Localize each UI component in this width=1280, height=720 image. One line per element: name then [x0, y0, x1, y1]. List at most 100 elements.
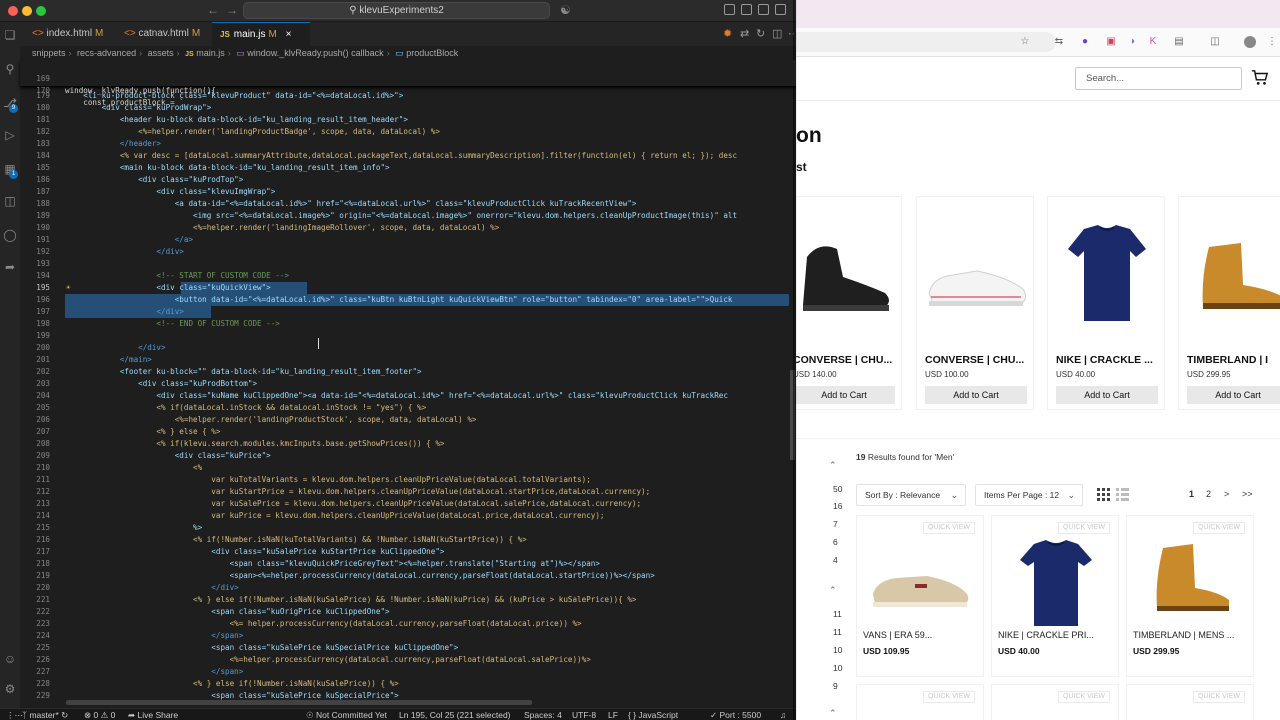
copilot-chat-icon[interactable]: ✹: [723, 27, 732, 40]
code-line[interactable]: 219 <span><%=helper.processCurrency(data…: [20, 570, 790, 582]
extension-icon[interactable]: ◑: [1126, 36, 1138, 48]
product-card[interactable]: QUICK VIEW: [991, 684, 1119, 720]
code-line[interactable]: 213 var kuSalePrice = klevu.dom.helpers.…: [20, 498, 790, 510]
code-line[interactable]: 228 <% } else if(!Number.isNaN(kuSalePri…: [20, 678, 790, 690]
explorer-icon[interactable]: ❏: [3, 28, 17, 42]
breadcrumb-item[interactable]: snippets: [32, 48, 66, 58]
product-image[interactable]: [1048, 197, 1166, 352]
product-card[interactable]: QUICK VIEW VANS | ERA 59... USD 109.95: [856, 515, 984, 677]
command-center-search[interactable]: ⚲ klevuExperiments2: [243, 2, 550, 19]
product-name[interactable]: TIMBERLAND | I: [1187, 354, 1280, 366]
live-server-port[interactable]: ✓ Port : 5500: [710, 709, 761, 720]
code-line[interactable]: 220 </div>: [20, 582, 790, 594]
recommendation-card[interactable]: CONVERSE | CHU... USD 140.00 Add to Cart: [796, 196, 902, 410]
code-line[interactable]: 223 <%= helper.processCurrency(dataLocal…: [20, 618, 790, 630]
run-debug-icon[interactable]: ▷: [3, 128, 17, 142]
breadcrumb-item[interactable]: productBlock: [406, 48, 458, 58]
add-to-cart-button[interactable]: Add to Cart: [796, 386, 895, 404]
remote-indicator-icon[interactable]: ⋮⋯: [6, 709, 23, 720]
profile-avatar[interactable]: [1244, 36, 1256, 48]
code-line[interactable]: 218 <span class="klevuQuickPriceGreyText…: [20, 558, 790, 570]
code-line[interactable]: 199: [20, 330, 790, 342]
product-image[interactable]: [857, 536, 985, 636]
code-editor[interactable]: 179 <li ku-product-block class="klevuPro…: [20, 86, 790, 706]
language-mode[interactable]: { } JavaScript: [628, 709, 678, 720]
items-per-page-dropdown[interactable]: Items Per Page : 12 ⌄: [975, 484, 1083, 506]
bookmark-star-icon[interactable]: ☆: [1019, 36, 1031, 48]
tab-index-html[interactable]: <> index.html M: [24, 22, 116, 46]
product-card[interactable]: QUICK VIEW NIKE | CRACKLE PRI... USD 40.…: [991, 515, 1119, 677]
code-line[interactable]: 216 <% if(!Number.isNaN(kuTotalVariants)…: [20, 534, 790, 546]
code-line[interactable]: 214 var kuPrice = klevu.dom.helpers.clea…: [20, 510, 790, 522]
puzzle-extensions-icon[interactable]: ▤: [1173, 36, 1185, 48]
sticky-line[interactable]: 170 const productBlock = `: [20, 73, 796, 107]
code-line[interactable]: 191 </a>: [20, 234, 790, 246]
product-name[interactable]: VANS | ERA 59...: [863, 630, 979, 640]
code-line[interactable]: 186 <div class="kuProdTop">: [20, 174, 790, 186]
code-line[interactable]: 205 <% if(dataLocal.inStock && dataLocal…: [20, 402, 790, 414]
product-card[interactable]: QUICK VIEW: [856, 684, 984, 720]
page-1-link[interactable]: 1: [1189, 489, 1194, 499]
quick-view-button[interactable]: QUICK VIEW: [922, 691, 975, 703]
translate-extension-icon[interactable]: ⇆: [1053, 36, 1065, 48]
code-line[interactable]: 207 <% } else { %>: [20, 426, 790, 438]
minimize-window-button[interactable]: [22, 6, 32, 16]
extension-icon[interactable]: ●: [1079, 36, 1091, 48]
code-line[interactable]: 212 var kuStartPrice = klevu.dom.helpers…: [20, 486, 790, 498]
code-line[interactable]: 215 %>: [20, 522, 790, 534]
page-2-link[interactable]: 2: [1206, 489, 1211, 499]
notifications-bell-icon[interactable]: ♫: [780, 709, 786, 720]
quick-view-button[interactable]: QUICK VIEW: [1057, 522, 1110, 534]
facet-collapse-chevron-icon[interactable]: ⌃: [829, 585, 837, 596]
code-line[interactable]: 209 <div class="kuPrice">: [20, 450, 790, 462]
code-line[interactable]: 221 <% } else if(!Number.isNaN(kuSalePri…: [20, 594, 790, 606]
recommendation-card[interactable]: NIKE | CRACKLE ... USD 40.00 Add to Cart: [1047, 196, 1165, 410]
quick-view-button[interactable]: QUICK VIEW: [1057, 691, 1110, 703]
browser-menu-icon[interactable]: ⋮: [1266, 36, 1278, 48]
code-line[interactable]: 206 <%=helper.render('landingProductStoc…: [20, 414, 790, 426]
close-tab-icon[interactable]: ×: [286, 29, 292, 40]
product-image[interactable]: [796, 197, 903, 352]
code-line[interactable]: 192 </div>: [20, 246, 790, 258]
copilot-icon[interactable]: ☯: [560, 3, 571, 17]
tab-main-js[interactable]: JS main.js M ×: [212, 22, 310, 46]
breadcrumb-item[interactable]: recs-advanced: [77, 48, 136, 58]
close-window-button[interactable]: [8, 6, 18, 16]
compare-changes-icon[interactable]: ⇄: [740, 27, 749, 40]
sticky-line[interactable]: 169 window._klvReady.push(function(){: [20, 61, 796, 95]
product-name[interactable]: CONVERSE | CHU...: [796, 354, 903, 366]
product-image[interactable]: [992, 536, 1120, 636]
code-line[interactable]: 201 </main>: [20, 354, 790, 366]
back-arrow-icon[interactable]: ←: [207, 3, 219, 17]
code-line[interactable]: 210 <%: [20, 462, 790, 474]
extension-icon[interactable]: ▣: [1105, 36, 1117, 48]
code-line[interactable]: 194 <!-- START OF CUSTOM CODE -->: [20, 270, 790, 282]
code-line[interactable]: 182 <%=helper.render('landingProductBadg…: [20, 126, 790, 138]
breadcrumb-item[interactable]: assets: [148, 48, 174, 58]
code-line[interactable]: 203 <div class="kuProdBottom">: [20, 378, 790, 390]
facet-collapse-chevron-icon[interactable]: ⌃: [829, 460, 837, 471]
layout-panel-icon[interactable]: [741, 4, 752, 15]
product-image[interactable]: [1127, 536, 1255, 636]
code-line[interactable]: 202 <footer ku-block="" data-block-id="k…: [20, 366, 790, 378]
maximize-window-button[interactable]: [36, 6, 46, 16]
code-line[interactable]: 217 <div class="kuSalePrice kuStartPrice…: [20, 546, 790, 558]
product-card[interactable]: QUICK VIEW TIMBERLAND | MENS ... USD 299…: [1126, 515, 1254, 677]
live-share-icon[interactable]: ➦: [3, 260, 17, 274]
search-icon[interactable]: ⚲: [3, 62, 17, 76]
code-line[interactable]: 204 <div class="kuName kuClippedOne"><a …: [20, 390, 790, 402]
product-image[interactable]: [917, 197, 1035, 352]
code-line[interactable]: 200 </div>: [20, 342, 790, 354]
code-line[interactable]: 188 <a data-id="<%=dataLocal.id%>" href=…: [20, 198, 790, 210]
cart-icon[interactable]: [1251, 69, 1269, 87]
open-changes-icon[interactable]: ↻: [756, 27, 765, 40]
commit-status[interactable]: ☉ Not Committed Yet: [306, 709, 387, 720]
remote-explorer-icon[interactable]: ◫: [3, 194, 17, 208]
settings-gear-icon[interactable]: ⚙: [3, 682, 17, 696]
accounts-icon[interactable]: ☺: [3, 652, 17, 666]
split-editor-icon[interactable]: ◫: [772, 27, 782, 40]
tab-catnav-html[interactable]: <> catnav.html M: [116, 22, 212, 46]
code-line[interactable]: 222 <span class="kuOrigPrice kuClippedOn…: [20, 606, 790, 618]
branch-indicator[interactable]: ᛉ master* ↻: [22, 709, 68, 720]
encoding[interactable]: UTF-8: [572, 709, 596, 720]
